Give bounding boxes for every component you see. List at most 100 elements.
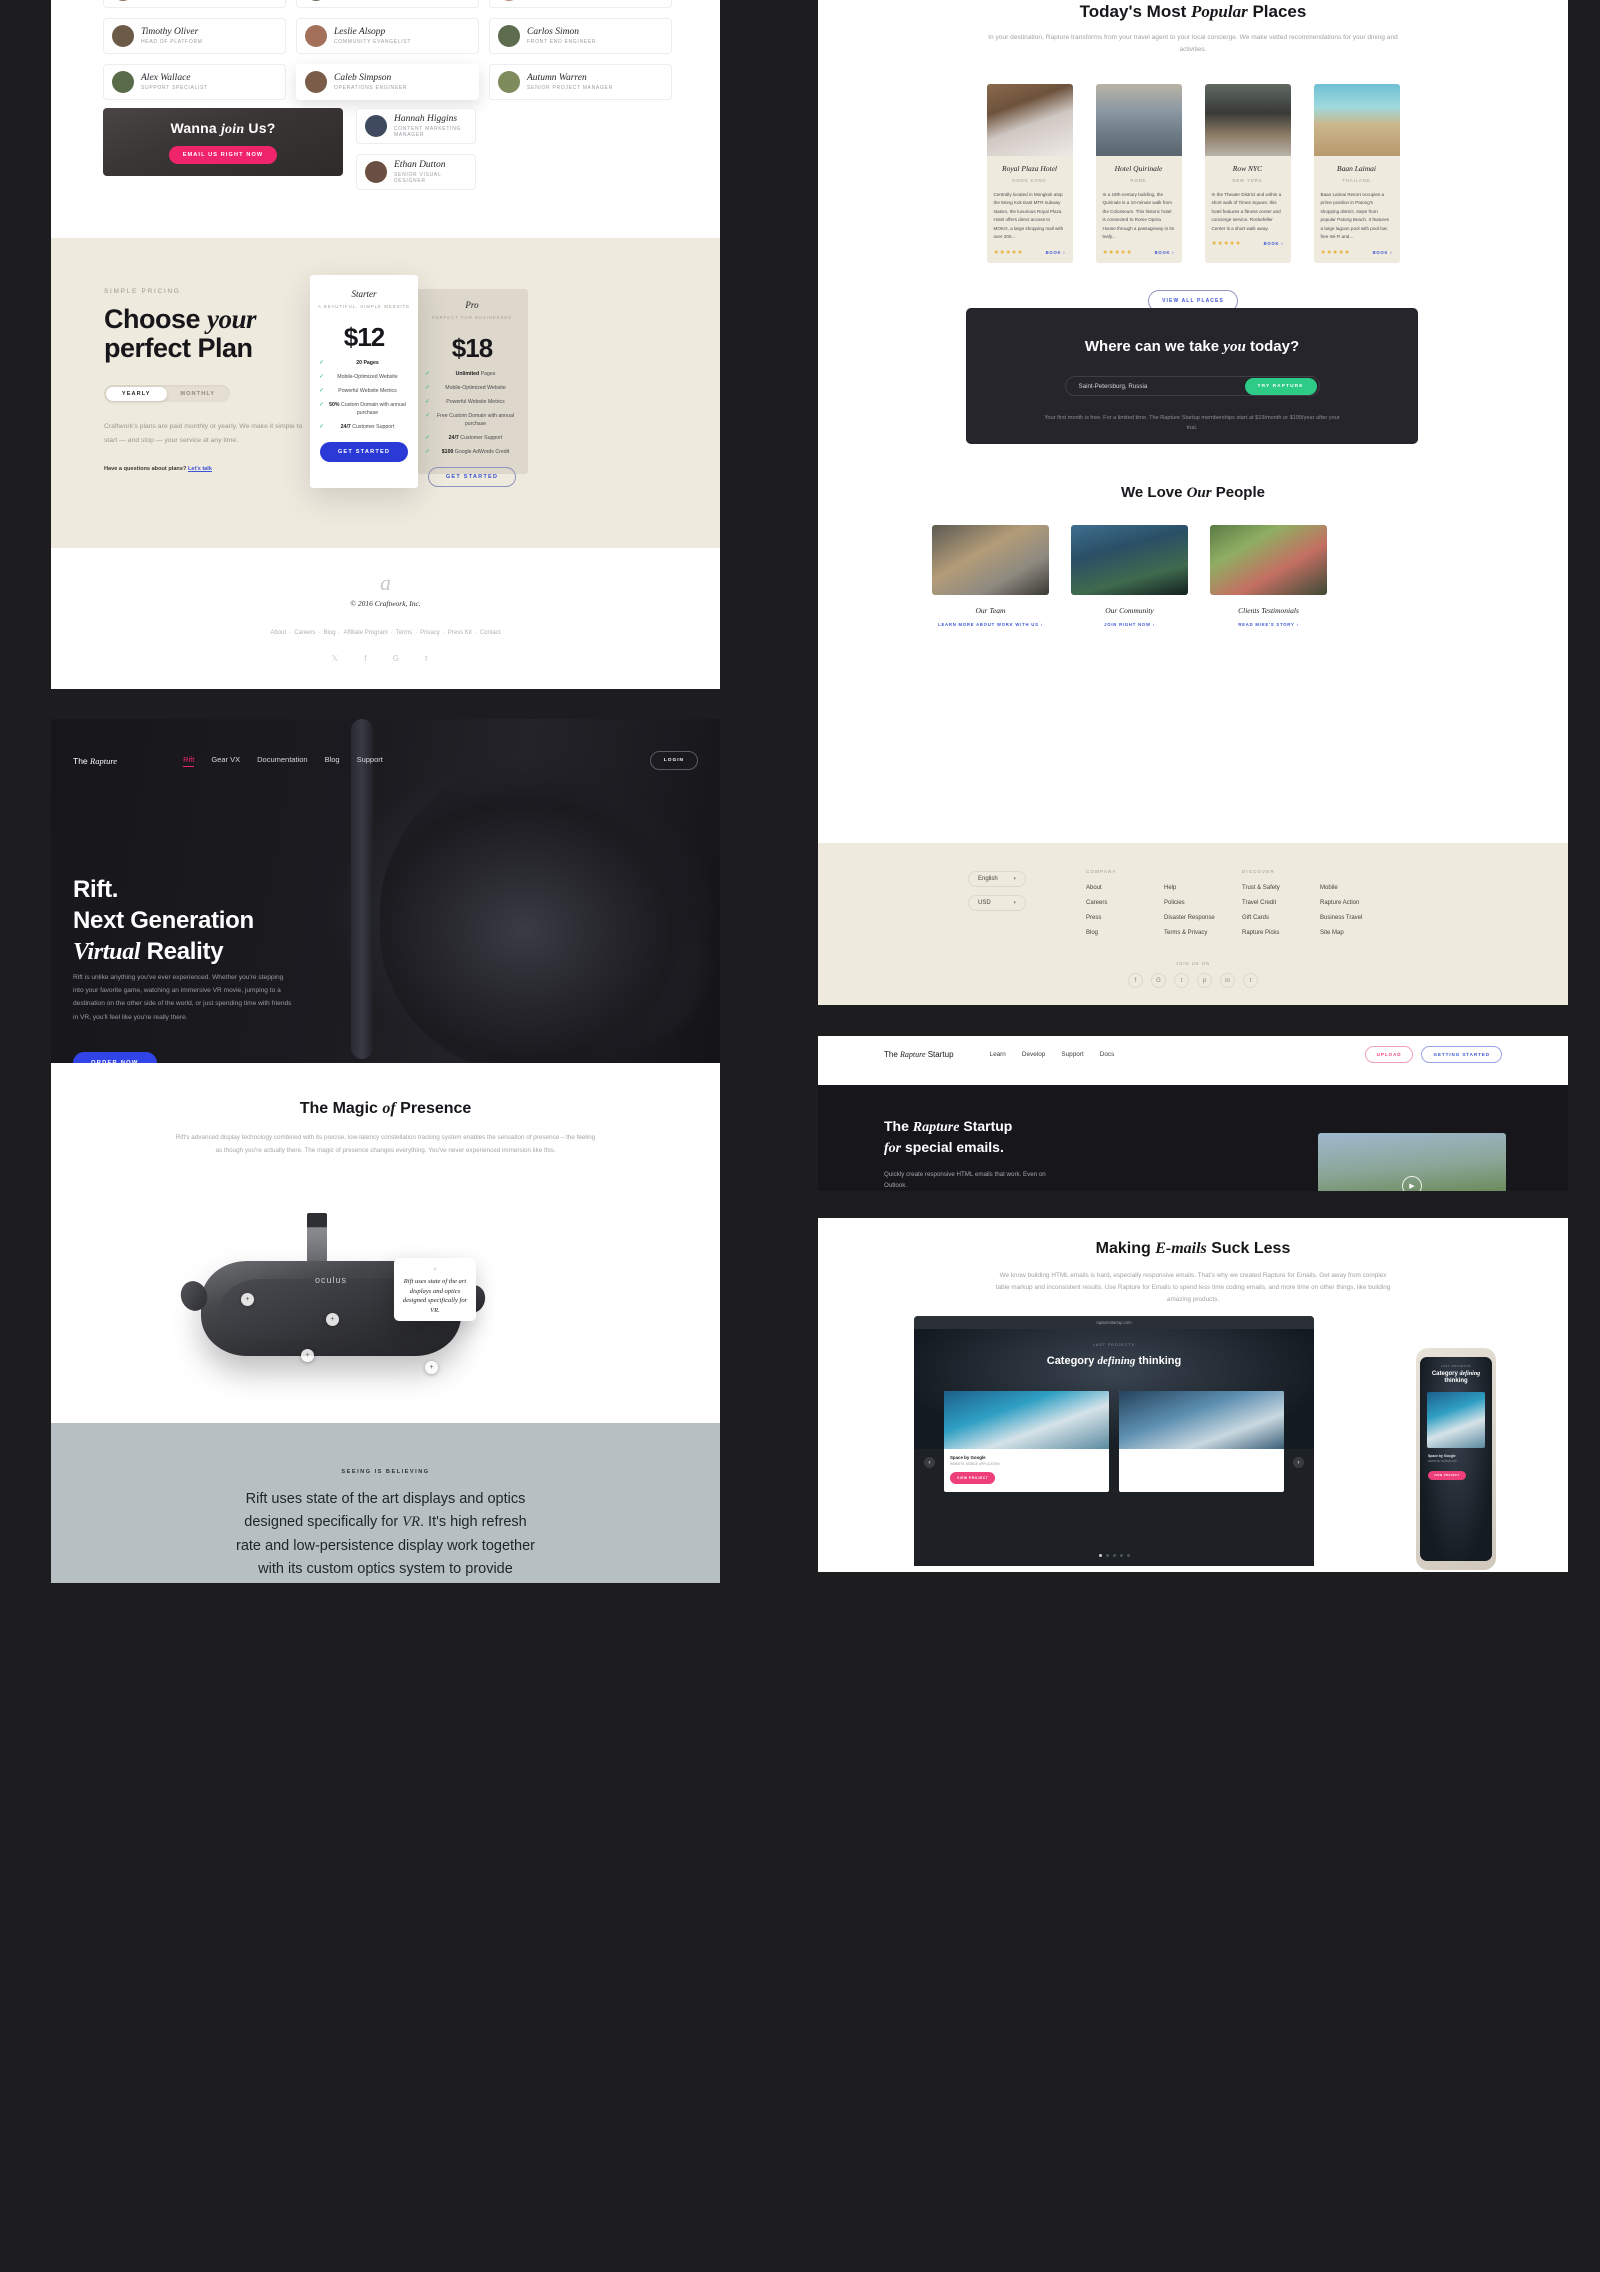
facebook-icon[interactable]: f	[1128, 973, 1143, 988]
people-link[interactable]: LEARN MORE ABOUT WORK WITH US ›	[932, 622, 1049, 627]
phone-view-project-button[interactable]: VIEW PROJECT	[1428, 1471, 1466, 1481]
tumblr-icon[interactable]: t	[1243, 973, 1258, 988]
footer-link[interactable]: Careers	[1086, 900, 1164, 906]
footer-link[interactable]: Site Map	[1320, 930, 1398, 936]
plan-cta-pro[interactable]: GET STARTED	[427, 467, 517, 488]
project-card[interactable]: Space by Google WEBSITE, MOBILE APPLICATI…	[944, 1391, 1109, 1492]
place-card[interactable]: Baan Laimai THAILAND Baan Laimai Resort oc…	[1313, 83, 1400, 263]
team-member-card[interactable]: Hannah Higgins CONTENT MARKETING MANAGER	[356, 108, 476, 144]
login-button[interactable]: LOGIN	[649, 751, 698, 770]
people-card[interactable]: Clients Testimonials READ MIKE'S STORY ›	[1210, 525, 1327, 627]
prev-arrow-icon[interactable]: ‹	[924, 1457, 935, 1468]
lets-talk-link[interactable]: Let's talk	[188, 466, 212, 472]
getting-started-button[interactable]: GETTING STARTED	[1421, 1046, 1502, 1063]
billing-period-toggle[interactable]: YEARLY MONTHLY	[104, 385, 230, 403]
footer-link[interactable]: Careers	[294, 630, 315, 636]
browser-url-bar[interactable]: rapturestartup.com	[914, 1316, 1314, 1329]
toggle-yearly[interactable]: YEARLY	[105, 386, 167, 401]
team-member-card[interactable]: Timothy Oliver HEAD OF PLATFORM	[103, 18, 286, 54]
rift-nav-documentation[interactable]: Documentation	[257, 755, 307, 767]
plan-card-starter[interactable]: Starter A BEAUTIFUL, SIMPLE WEBSITE $12 …	[310, 275, 418, 488]
rift-nav-blog[interactable]: Blog	[325, 755, 340, 767]
startup-nav-develop[interactable]: Develop	[1022, 1051, 1045, 1058]
book-link[interactable]: BOOK ›	[1046, 250, 1066, 255]
footer-link[interactable]: About	[270, 630, 286, 636]
team-member-card[interactable]: CO-FOUNDER & CTO	[296, 0, 479, 8]
order-now-button[interactable]: ORDER NOW	[73, 1052, 157, 1063]
book-link[interactable]: BOOK ›	[1264, 241, 1284, 246]
team-member-card[interactable]: Alex Wallace SUPPORT SPECIALIST	[103, 64, 286, 100]
team-member-card[interactable]: Autumn Warren SENIOR PROJECT MANAGER	[489, 64, 672, 100]
intro-video[interactable]: ▶	[1318, 1133, 1506, 1191]
join-us-card[interactable]: Wanna join Us? EMAIL US RIGHT NOW	[103, 108, 343, 176]
startup-nav-docs[interactable]: Docs	[1100, 1051, 1115, 1058]
pinterest-icon[interactable]: p	[1197, 973, 1212, 988]
twitter-icon[interactable]: t	[1174, 973, 1189, 988]
people-card[interactable]: Our Community JOIN RIGHT NOW ›	[1071, 525, 1188, 627]
startup-nav-support[interactable]: Support	[1061, 1051, 1083, 1058]
destination-search-form[interactable]: TRY RAPTURE	[1064, 376, 1320, 396]
linkedin-icon[interactable]: in	[1220, 973, 1235, 988]
project-card[interactable]	[1119, 1391, 1284, 1492]
currency-select[interactable]: USD ▾	[968, 895, 1026, 911]
footer-link[interactable]: Rapture Action	[1320, 900, 1398, 906]
footer-link[interactable]: Business Travel	[1320, 915, 1398, 921]
team-member-card[interactable]: Carlos Simon FRONT END ENGINEER	[489, 18, 672, 54]
footer-link[interactable]: Gift Cards	[1242, 915, 1320, 921]
hotspot-icon[interactable]: +	[425, 1361, 438, 1374]
place-card[interactable]: Royal Plaza Hotel HONG KONG Centrally loca…	[986, 83, 1073, 263]
footer-link[interactable]: Terms	[396, 630, 412, 636]
email-us-button[interactable]: EMAIL US RIGHT NOW	[168, 146, 278, 164]
hotspot-icon[interactable]: +	[301, 1349, 314, 1362]
rift-nav-support[interactable]: Support	[357, 755, 383, 767]
footer-social-icons[interactable]: 𝕏 f G t	[51, 654, 720, 663]
play-icon[interactable]: ▶	[1402, 1175, 1422, 1191]
people-link[interactable]: READ MIKE'S STORY ›	[1210, 622, 1327, 627]
plan-card-pro[interactable]: Pro PERFECT FOR BUSINESSES $18 ✓ Unlimite…	[416, 289, 528, 488]
footer-link[interactable]: Trust & Safety	[1242, 885, 1320, 891]
upload-button[interactable]: UPLOAD	[1364, 1046, 1414, 1063]
team-member-card[interactable]: Ethan Dutton SENIOR VISUAL DESIGNER	[356, 154, 476, 190]
place-card[interactable]: Row NYC NEW YORK In the Theater District a…	[1204, 83, 1291, 263]
view-project-button[interactable]: VIEW PROJECT	[950, 1472, 996, 1484]
people-card[interactable]: Our Team LEARN MORE ABOUT WORK WITH US ›	[932, 525, 1049, 627]
footer-link[interactable]: Mobile	[1320, 885, 1398, 891]
hotspot-icon[interactable]: +	[241, 1293, 254, 1306]
footer-link[interactable]: Affiliate Program	[344, 630, 388, 636]
book-link[interactable]: BOOK ›	[1373, 250, 1393, 255]
footer-link[interactable]: Rapture Picks	[1242, 930, 1320, 936]
close-icon[interactable]: ×	[401, 1267, 469, 1273]
team-member-card[interactable]: Leslie Alsopp COMMUNITY EVANGELIST	[296, 18, 479, 54]
people-link[interactable]: JOIN RIGHT NOW ›	[1071, 622, 1188, 627]
book-link[interactable]: BOOK ›	[1155, 250, 1175, 255]
carousel-dots[interactable]	[914, 1554, 1314, 1557]
team-member-card[interactable]: Caleb Simpson OPERATIONS ENGINEER	[296, 64, 479, 100]
footer-link[interactable]: Privacy	[420, 630, 440, 636]
next-arrow-icon[interactable]: ›	[1293, 1457, 1304, 1468]
language-select[interactable]: English ▾	[968, 871, 1026, 887]
hotspot-icon[interactable]: +	[326, 1313, 339, 1326]
footer-link[interactable]: Blog	[324, 630, 336, 636]
rift-nav-gear-vx[interactable]: Gear VX	[211, 755, 240, 767]
footer-link[interactable]: Contact	[480, 630, 501, 636]
footer-link[interactable]: Terms & Privacy	[1164, 930, 1242, 936]
footer-link[interactable]: Disaster Response	[1164, 915, 1242, 921]
footer-link[interactable]: Press	[1086, 915, 1164, 921]
toggle-monthly[interactable]: MONTHLY	[167, 387, 229, 401]
footer-link[interactable]: Press Kit	[448, 630, 472, 636]
footer-link[interactable]: Blog	[1086, 930, 1164, 936]
try-rapture-button[interactable]: TRY RAPTURE	[1244, 377, 1317, 395]
footer-link[interactable]: Help	[1164, 885, 1242, 891]
team-member-card[interactable]: PRODUCT MANAGER	[489, 0, 672, 8]
google-plus-icon[interactable]: G	[1151, 973, 1166, 988]
footer-link[interactable]: Policies	[1164, 900, 1242, 906]
plan-cta-starter[interactable]: GET STARTED	[319, 442, 409, 463]
footer-link[interactable]: Travel Credit	[1242, 900, 1320, 906]
feature-tooltip[interactable]: × Rift uses state of the art displays an…	[394, 1258, 476, 1321]
team-member-card[interactable]: CO-FOUNDER & CEO	[103, 0, 286, 8]
startup-nav-learn[interactable]: Learn	[990, 1051, 1006, 1058]
destination-input[interactable]	[1067, 382, 1245, 390]
place-card[interactable]: Hotel Quirinale ROME In a 19th-century bui…	[1095, 83, 1182, 263]
footer-link[interactable]: About	[1086, 885, 1164, 891]
rift-nav-rift[interactable]: Rift	[183, 755, 195, 767]
